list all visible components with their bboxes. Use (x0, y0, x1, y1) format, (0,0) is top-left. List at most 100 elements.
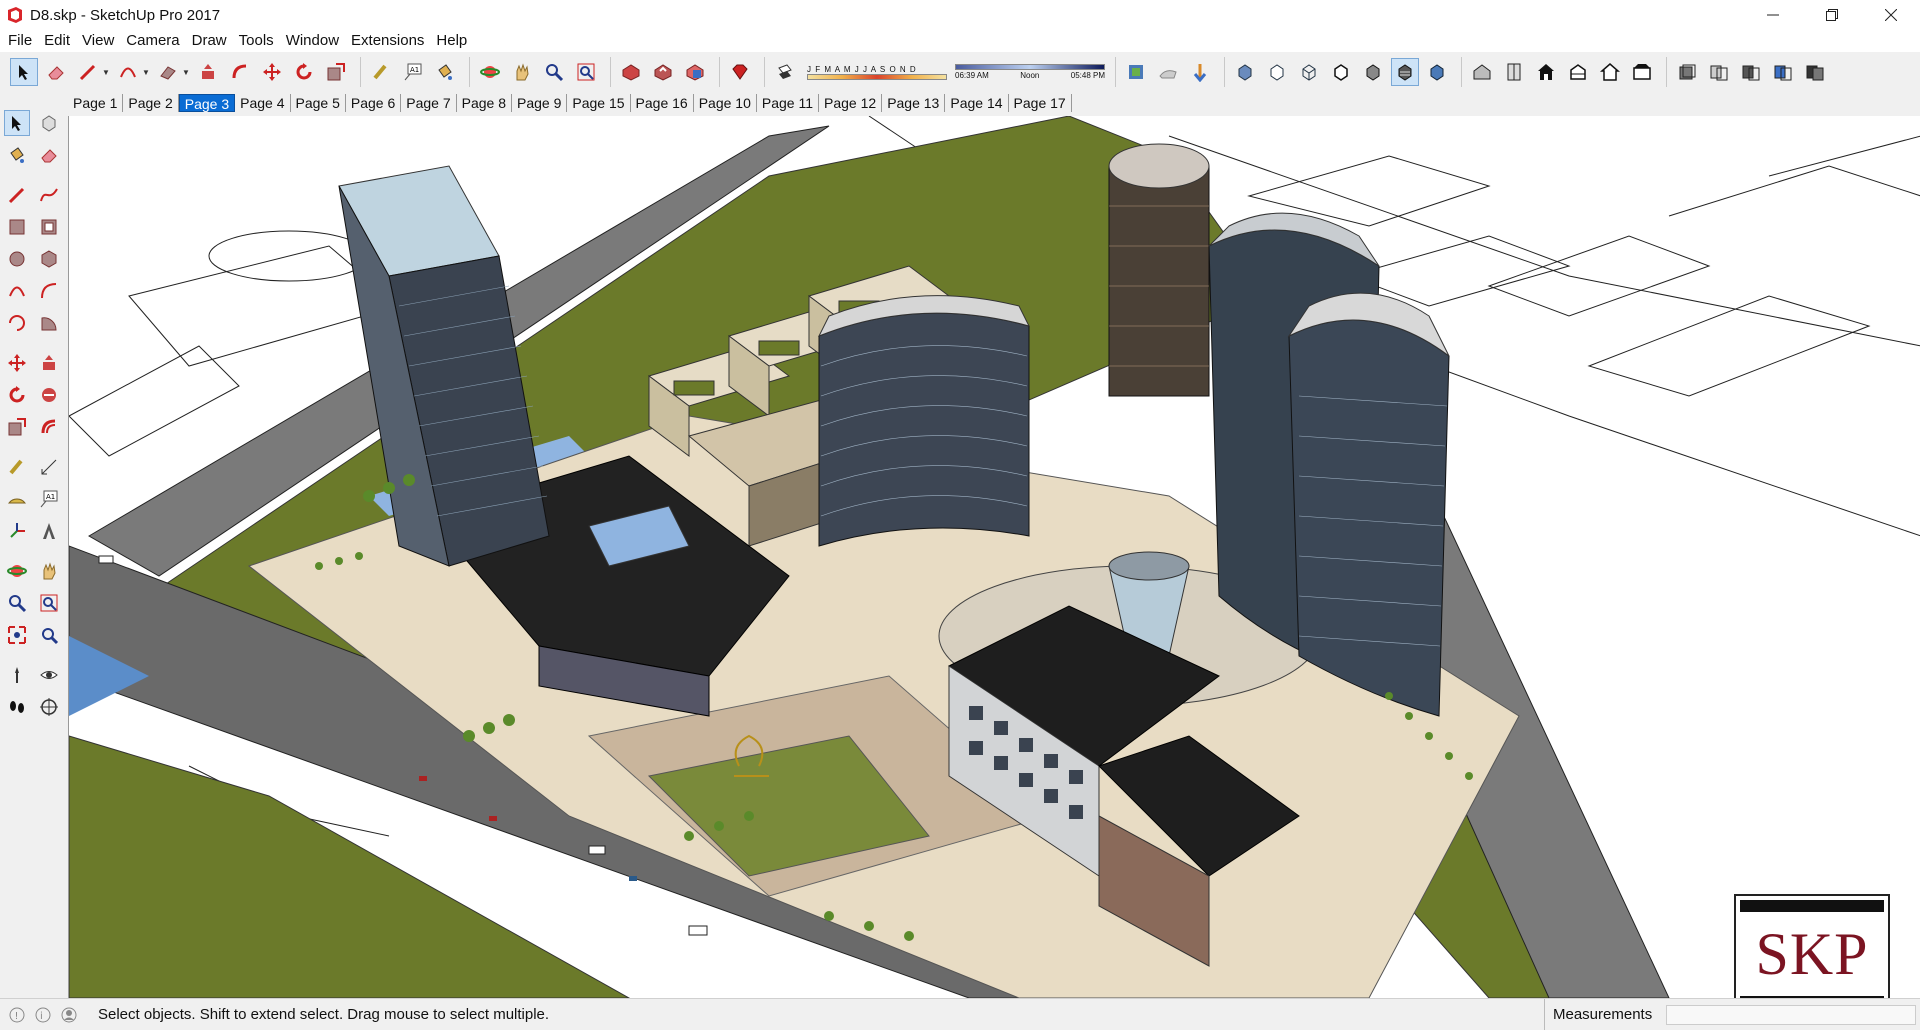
restore-button[interactable] (1802, 0, 1861, 30)
menu-window[interactable]: Window (280, 30, 345, 52)
menu-view[interactable]: View (76, 30, 120, 52)
right-view-button[interactable] (1564, 58, 1592, 86)
palette-zoom-extents-button[interactable] (4, 622, 30, 648)
select-tool-button[interactable] (10, 58, 38, 86)
extension-warehouse-button[interactable] (726, 58, 754, 86)
palette-axes-button[interactable] (4, 518, 30, 544)
tab-page-4[interactable]: Page 4 (235, 94, 291, 112)
tab-page-16[interactable]: Page 16 (631, 94, 694, 112)
palette-move-button[interactable] (4, 350, 30, 376)
palette-position-camera-button[interactable] (4, 662, 30, 688)
line-dropdown-icon[interactable]: ▼ (102, 68, 110, 77)
tab-page-3[interactable]: Page 3 (178, 94, 236, 112)
tab-page-15[interactable]: Page 15 (567, 94, 631, 112)
palette-freehand-button[interactable] (36, 182, 62, 208)
section-fill-button[interactable] (1769, 58, 1797, 86)
monochrome-style-button[interactable] (1423, 58, 1451, 86)
tab-page-7[interactable]: Page 7 (401, 94, 457, 112)
palette-circle-button[interactable] (4, 246, 30, 272)
tape-measure-tool-button[interactable] (367, 58, 395, 86)
palette-eraser-button[interactable] (36, 142, 62, 168)
tab-page-5[interactable]: Page 5 (291, 94, 346, 112)
tab-page-17[interactable]: Page 17 (1009, 94, 1072, 112)
palette-protractor-button[interactable] (4, 486, 30, 512)
palette-three-point-arc-button[interactable] (4, 310, 30, 336)
tab-page-13[interactable]: Page 13 (882, 94, 946, 112)
shadow-time-slider[interactable]: 06:39 AM Noon 05:48 PM (955, 57, 1105, 87)
credits-status-button[interactable]: i (34, 1006, 52, 1024)
menu-tools[interactable]: Tools (233, 30, 280, 52)
palette-dimension-button[interactable] (36, 454, 62, 480)
scale-tool-button[interactable] (322, 58, 350, 86)
palette-section-plane-button[interactable] (36, 694, 62, 720)
tab-page-1[interactable]: Page 1 (68, 94, 124, 112)
shaded-textures-style-button[interactable] (1391, 58, 1419, 86)
palette-walk-button[interactable] (4, 694, 30, 720)
palette-previous-view-button[interactable] (36, 622, 62, 648)
text-tool-button[interactable]: A1 (399, 58, 427, 86)
tab-page-6[interactable]: Page 6 (346, 94, 402, 112)
zoom-tool-button[interactable] (540, 58, 568, 86)
palette-pan-button[interactable] (36, 558, 62, 584)
move-tool-button[interactable] (258, 58, 286, 86)
menu-draw[interactable]: Draw (186, 30, 233, 52)
display-section-cuts-button[interactable] (1737, 58, 1765, 86)
paint-bucket-tool-button[interactable] (431, 58, 459, 86)
share-model-button[interactable] (649, 58, 677, 86)
back-view-button[interactable] (1596, 58, 1624, 86)
orbit-tool-button[interactable] (476, 58, 504, 86)
tab-page-8[interactable]: Page 8 (457, 94, 512, 112)
menu-help[interactable]: Help (430, 30, 473, 52)
iso-view-button[interactable] (1468, 58, 1496, 86)
shape-dropdown-icon[interactable]: ▼ (182, 68, 190, 77)
share-component-button[interactable] (681, 58, 709, 86)
menu-file[interactable]: File (2, 30, 38, 52)
menu-camera[interactable]: Camera (120, 30, 185, 52)
palette-orbit-button[interactable] (4, 558, 30, 584)
palette-select-button[interactable] (4, 110, 30, 136)
shadows-toggle-button[interactable] (771, 58, 799, 86)
palette-paint-bucket-button[interactable] (4, 142, 30, 168)
xray-style-button[interactable] (1231, 58, 1259, 86)
tab-page-14[interactable]: Page 14 (945, 94, 1009, 112)
palette-follow-me-button[interactable] (36, 382, 62, 408)
palette-rotate-button[interactable] (4, 382, 30, 408)
sign-in-status-button[interactable] (60, 1006, 78, 1024)
palette-tape-measure-button[interactable] (4, 454, 30, 480)
palette-text-button[interactable]: A1 (36, 486, 62, 512)
model-viewport[interactable] (68, 116, 1920, 998)
geolocation-status-button[interactable]: ! (8, 1006, 26, 1024)
minimize-button[interactable] (1743, 0, 1802, 30)
palette-make-component-button[interactable] (36, 110, 62, 136)
add-location-button[interactable] (1122, 58, 1150, 86)
left-view-button[interactable] (1628, 58, 1656, 86)
palette-offset-button[interactable] (36, 414, 62, 440)
pan-tool-button[interactable] (508, 58, 536, 86)
tab-page-10[interactable]: Page 10 (694, 94, 757, 112)
tab-page-12[interactable]: Page 12 (819, 94, 883, 112)
palette-polygon-button[interactable] (36, 246, 62, 272)
measurements-input[interactable] (1666, 1005, 1916, 1025)
shaded-style-button[interactable] (1359, 58, 1387, 86)
menu-extensions[interactable]: Extensions (345, 30, 430, 52)
top-view-button[interactable] (1500, 58, 1528, 86)
hidden-line-style-button[interactable] (1327, 58, 1355, 86)
palette-zoom-button[interactable] (4, 590, 30, 616)
tab-page-9[interactable]: Page 9 (512, 94, 568, 112)
arc-tool-button[interactable] (114, 58, 142, 86)
palette-zoom-window-button[interactable] (36, 590, 62, 616)
toggle-terrain-button[interactable] (1154, 58, 1182, 86)
back-edges-style-button[interactable] (1263, 58, 1291, 86)
palette-scale-button[interactable] (4, 414, 30, 440)
menu-edit[interactable]: Edit (38, 30, 76, 52)
photo-textures-button[interactable] (1186, 58, 1214, 86)
palette-rectangle-button[interactable] (4, 214, 30, 240)
palette-arc-button[interactable] (4, 278, 30, 304)
close-button[interactable] (1861, 0, 1920, 30)
front-view-button[interactable] (1532, 58, 1560, 86)
section-plane-button[interactable] (1673, 58, 1701, 86)
display-section-planes-button[interactable] (1705, 58, 1733, 86)
palette-3d-text-button[interactable] (36, 518, 62, 544)
palette-line-button[interactable] (4, 182, 30, 208)
rectangle-tool-button[interactable] (154, 58, 182, 86)
